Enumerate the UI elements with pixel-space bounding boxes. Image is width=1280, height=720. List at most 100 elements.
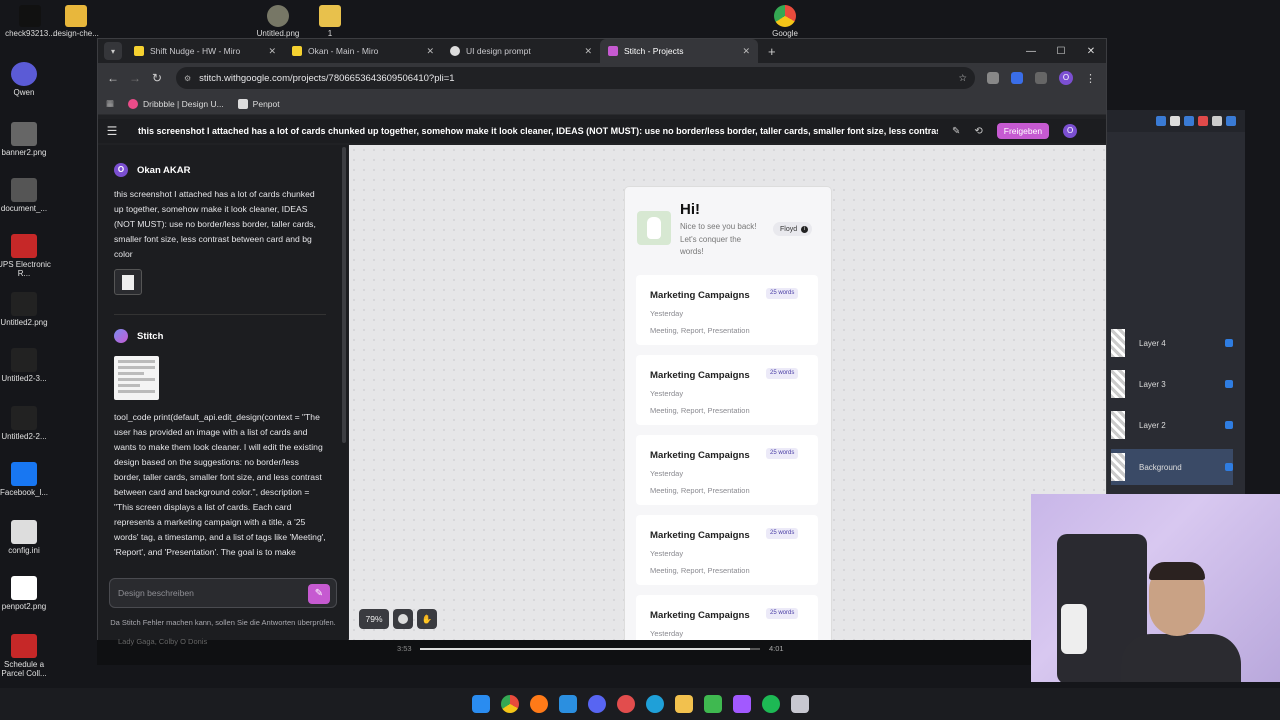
visibility-checkbox[interactable] — [1225, 339, 1233, 347]
window-controls: — ☐ ✕ — [1016, 39, 1106, 63]
figma-icon[interactable] — [732, 695, 751, 713]
maximize-icon[interactable]: ☐ — [1046, 39, 1076, 63]
generate-button[interactable]: ✎ — [308, 584, 330, 604]
desktop-icon[interactable]: Untitled2-3... — [0, 348, 54, 383]
terminal-app-icon[interactable] — [703, 695, 722, 713]
user-avatar[interactable]: O — [1063, 124, 1078, 138]
desktop-icon[interactable]: 1 — [300, 2, 360, 42]
campaign-card[interactable]: Marketing Campaigns 25 words Yesterday — [636, 595, 818, 640]
close-window-icon[interactable]: ✕ — [1076, 39, 1106, 63]
design-canvas[interactable]: Hi! Nice to see you back! Let's conquer … — [349, 145, 1106, 640]
tool-icon[interactable] — [1156, 116, 1166, 126]
more-menu-icon[interactable]: ⋮ — [1085, 72, 1096, 85]
tab-search-icon[interactable]: ▾ — [104, 42, 122, 60]
visibility-checkbox[interactable] — [1225, 380, 1233, 388]
puzzle-icon[interactable] — [1035, 72, 1047, 84]
theme-toggle-icon[interactable] — [393, 609, 413, 629]
gear-icon[interactable] — [1212, 116, 1222, 126]
windows-start-icon[interactable] — [471, 695, 490, 713]
extension-icon[interactable] — [1011, 72, 1023, 84]
project-title[interactable]: this screenshot I attached has a lot of … — [138, 126, 938, 136]
file-explorer-icon[interactable] — [674, 695, 693, 713]
zoom-level[interactable]: 79% — [359, 609, 389, 629]
user-pill[interactable]: Floyd i — [773, 222, 813, 236]
campaign-card[interactable]: Marketing Campaigns 25 words Yesterday M… — [636, 515, 818, 585]
card-tags: Meeting, Report, Presentation — [650, 566, 750, 575]
app-icon[interactable] — [616, 695, 635, 713]
desktop-icon[interactable]: Untitled2-2... — [0, 406, 54, 441]
tool-icon[interactable] — [1184, 116, 1194, 126]
forward-icon[interactable]: → — [124, 71, 146, 85]
layer-item[interactable]: Layer 4 — [1111, 325, 1233, 361]
miro-icon — [292, 46, 302, 56]
disclaimer: Da Stitch Fehler machen kann, sollen Sie… — [110, 618, 336, 627]
edge-icon[interactable] — [645, 695, 664, 713]
browser-tab-active[interactable]: Stitch - Projects ✕ — [600, 39, 758, 63]
share-button[interactable]: Freigeben — [996, 123, 1050, 139]
hand-tool-icon[interactable]: ✋ — [417, 609, 437, 629]
design-preview-thumbnail[interactable] — [114, 356, 159, 400]
spotify-icon[interactable] — [761, 695, 780, 713]
mobile-screen-preview[interactable]: Hi! Nice to see you back! Let's conquer … — [625, 187, 831, 640]
site-info-icon[interactable]: ⚙ — [184, 74, 191, 83]
layer-item[interactable]: Background — [1111, 449, 1233, 485]
app-icon[interactable] — [790, 695, 809, 713]
campaign-card[interactable]: Marketing Campaigns 25 words Yesterday M… — [636, 275, 818, 345]
design-prompt-input[interactable]: Design beschreiben ✎ — [109, 578, 337, 608]
desktop-icon[interactable]: Google — [755, 2, 815, 42]
desktop-icon[interactable]: Untitled.png — [248, 2, 308, 42]
folder-icon — [319, 5, 341, 27]
tool-icon[interactable] — [1198, 116, 1208, 126]
close-icon[interactable]: ✕ — [742, 46, 750, 57]
extension-icon[interactable] — [987, 72, 999, 84]
apps-grid-icon[interactable]: ▦ — [106, 98, 114, 109]
visibility-checkbox[interactable] — [1225, 421, 1233, 429]
firefox-icon[interactable] — [529, 695, 548, 713]
desktop-icon[interactable]: UPS Electronic R... — [0, 234, 54, 278]
campaign-card[interactable]: Marketing Campaigns 25 words Yesterday M… — [636, 435, 818, 505]
taskbar — [0, 688, 1280, 720]
video-seek-bar[interactable] — [420, 648, 760, 650]
history-icon[interactable]: ⟲ — [974, 126, 982, 137]
user-avatar: O — [114, 163, 128, 177]
browser-tab[interactable]: UI design prompt ✕ — [442, 39, 600, 63]
new-tab-button[interactable]: + — [768, 44, 776, 59]
desktop-icon[interactable]: design-che... — [46, 2, 106, 42]
bookmark-penpot[interactable]: Penpot — [237, 98, 280, 109]
chrome-icon[interactable] — [500, 695, 519, 713]
tool-icon[interactable] — [1170, 116, 1180, 126]
attachment-thumbnail[interactable] — [114, 269, 142, 295]
desktop-icon[interactable]: penpot2.png — [0, 576, 54, 611]
layer-item[interactable]: Layer 3 — [1111, 366, 1233, 402]
campaign-card[interactable]: Marketing Campaigns 25 words Yesterday M… — [636, 355, 818, 425]
desktop-icon[interactable]: Facebook_l... — [0, 462, 54, 497]
scrollbar[interactable] — [342, 147, 346, 443]
profile-avatar[interactable]: O — [1059, 71, 1073, 85]
url-field[interactable]: ⚙ stitch.withgoogle.com/projects/7806653… — [176, 67, 975, 89]
desktop-icon[interactable]: document_... — [0, 178, 54, 213]
layer-item[interactable]: Layer 2 — [1111, 407, 1233, 443]
browser-tab[interactable]: Okan - Main - Miro ✕ — [284, 39, 442, 63]
help-icon[interactable] — [1226, 116, 1236, 126]
desktop-icon[interactable]: Schedule a Parcel Coll... — [0, 634, 54, 678]
desktop-icon[interactable]: Untitled2.png — [0, 292, 54, 327]
minimize-icon[interactable]: — — [1016, 39, 1046, 63]
close-icon[interactable]: ✕ — [584, 46, 592, 57]
visibility-checkbox[interactable] — [1225, 463, 1233, 471]
person-hair — [1149, 562, 1205, 580]
reload-icon[interactable]: ↻ — [146, 71, 168, 85]
bookmark-star-icon[interactable]: ☆ — [958, 73, 967, 84]
discord-icon[interactable] — [587, 695, 606, 713]
video-progress-area: Lady Gaga, Colby O Donis 3:53 4:01 — [97, 637, 1032, 665]
bookmark-dribbble[interactable]: Dribbble | Design U... — [128, 98, 224, 109]
close-icon[interactable]: ✕ — [426, 46, 434, 57]
desktop-icon[interactable]: banner2.png — [0, 122, 54, 157]
close-icon[interactable]: ✕ — [268, 46, 276, 57]
menu-icon[interactable]: ☰ — [98, 124, 126, 138]
desktop-icon[interactable]: config.ini — [0, 520, 54, 555]
vscode-icon[interactable] — [558, 695, 577, 713]
browser-tab[interactable]: Shift Nudge - HW - Miro ✕ — [126, 39, 284, 63]
back-icon[interactable]: ← — [102, 71, 124, 85]
edit-icon[interactable]: ✎ — [952, 126, 960, 137]
desktop-icon[interactable]: Qwen — [0, 62, 54, 97]
